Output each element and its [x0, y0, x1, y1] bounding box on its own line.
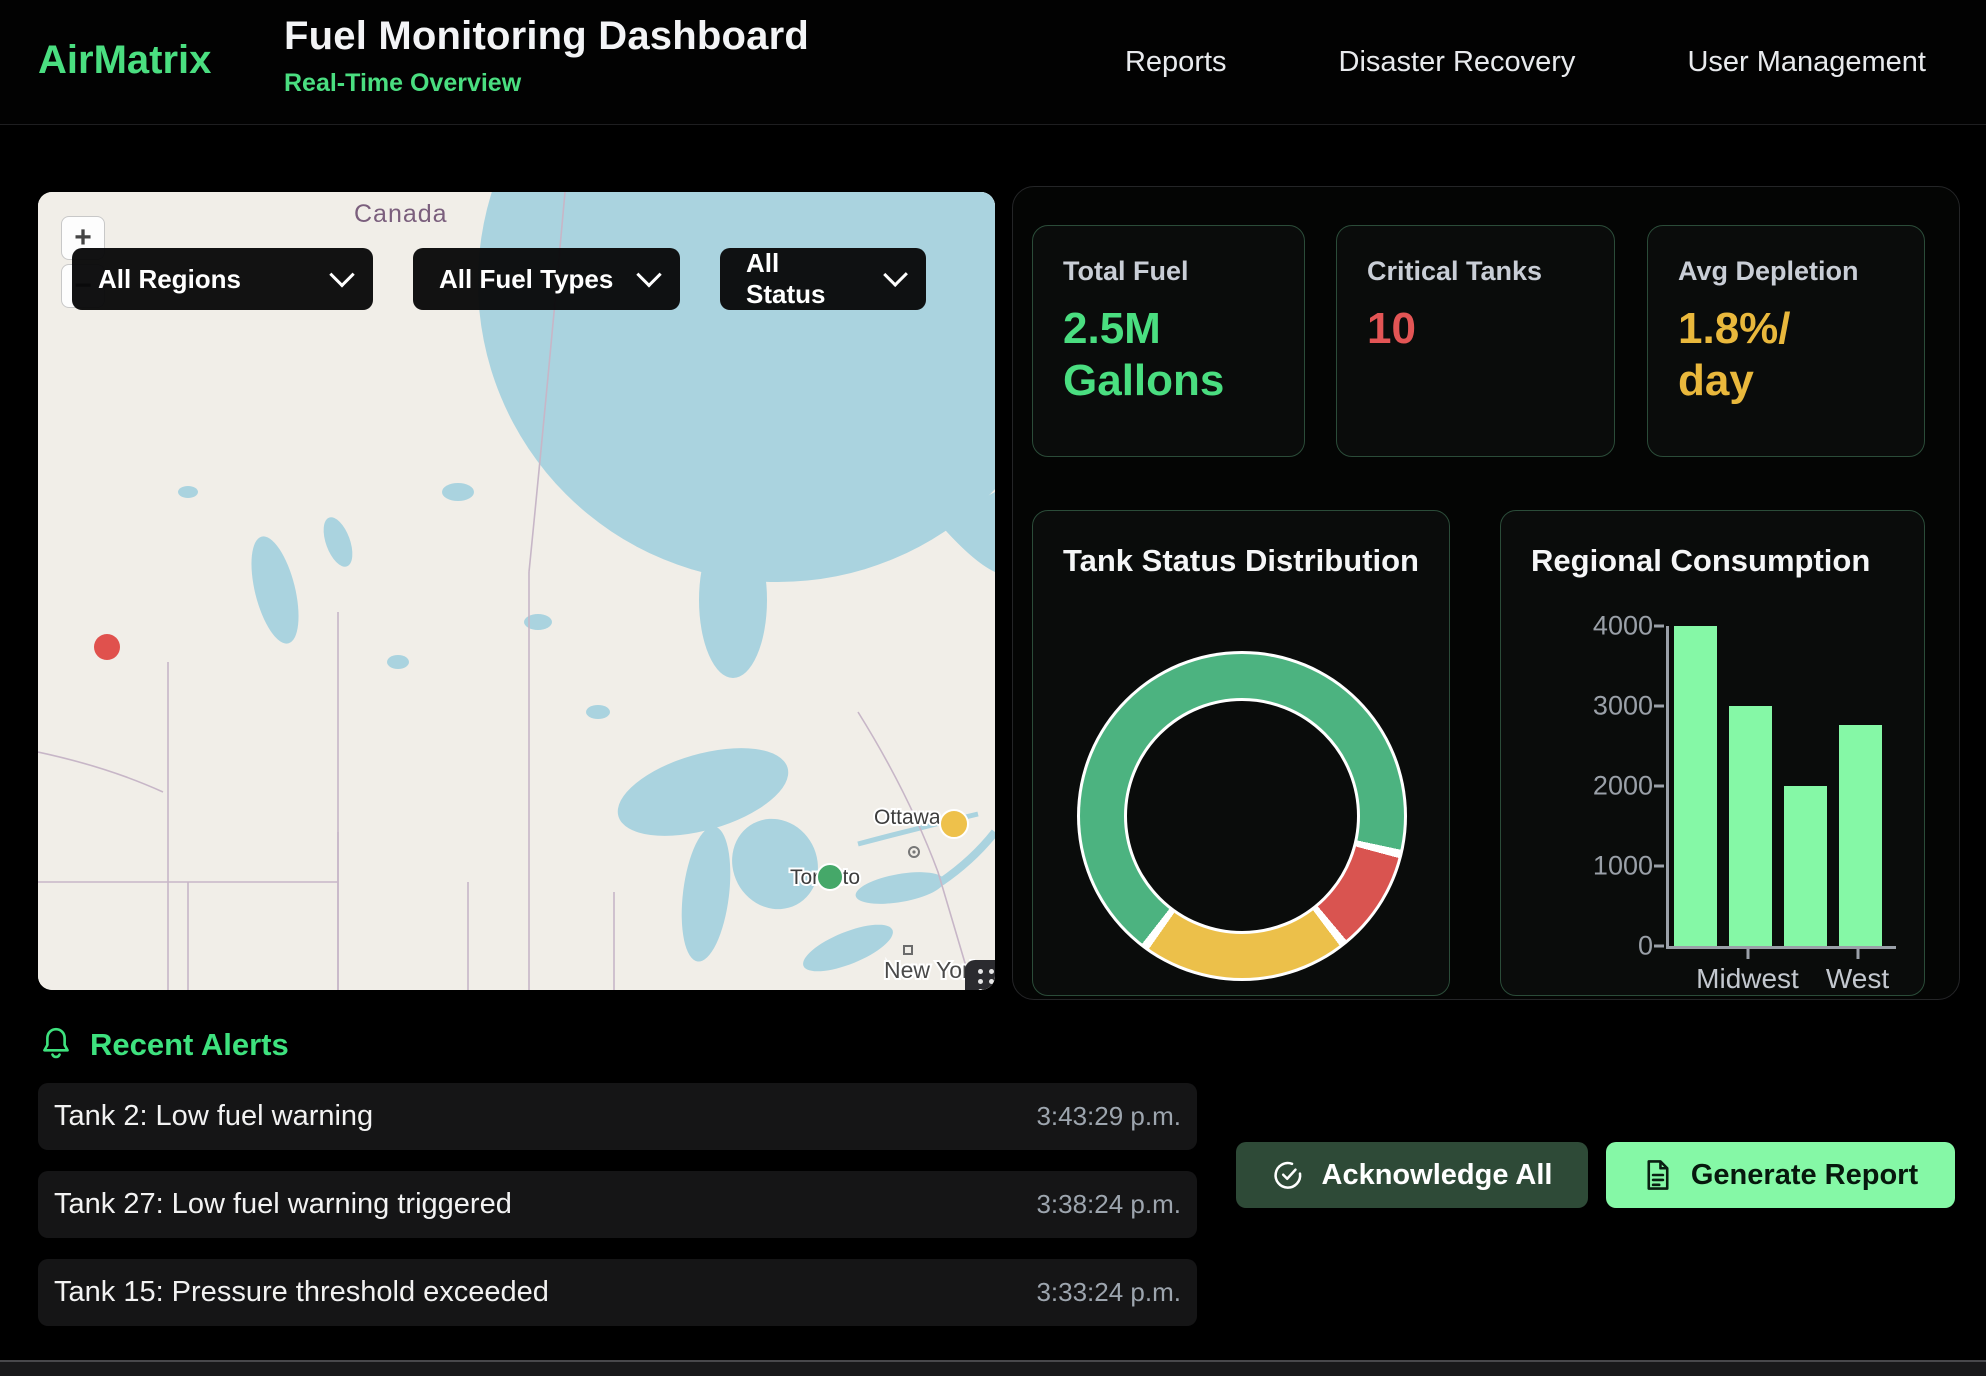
chevron-down-icon [883, 262, 908, 287]
acknowledge-all-button[interactable]: Acknowledge All [1236, 1142, 1588, 1208]
recent-alerts-heading: Recent Alerts [38, 1026, 289, 1064]
document-icon [1643, 1159, 1673, 1191]
fuel-type-filter-select[interactable]: All Fuel Types [413, 248, 680, 310]
bar-segment [1674, 626, 1717, 946]
bar-plot [1666, 626, 1896, 949]
alert-row[interactable]: Tank 27: Low fuel warning triggered 3:38… [38, 1171, 1197, 1238]
main-nav: Reports Disaster Recovery User Managemen… [1125, 0, 1926, 124]
stat-card-avg-depletion: Avg Depletion 1.8%/ day [1647, 225, 1925, 457]
chevron-down-icon [636, 262, 661, 287]
donut-chart [1077, 651, 1407, 981]
alert-text: Tank 27: Low fuel warning triggered [54, 1188, 512, 1221]
alert-row[interactable]: Tank 15: Pressure threshold exceeded 3:3… [38, 1259, 1197, 1326]
y-axis-label: 4000 [1593, 611, 1653, 642]
map-resize-handle[interactable] [965, 960, 995, 990]
stat-value: 1.8%/ day [1678, 303, 1894, 407]
bell-icon [38, 1026, 74, 1064]
alert-text: Tank 2: Low fuel warning [54, 1100, 373, 1133]
generate-report-button[interactable]: Generate Report [1606, 1142, 1955, 1208]
tank-status-chart-card: Tank Status Distribution [1032, 510, 1450, 996]
chart-title: Regional Consumption [1531, 543, 1870, 579]
bar-segment [1839, 725, 1882, 946]
bar-segment [1729, 706, 1772, 946]
region-filter-select[interactable]: All Regions [72, 248, 373, 310]
chevron-down-icon [329, 262, 354, 287]
stat-card-total-fuel: Total Fuel 2.5M Gallons [1032, 225, 1305, 457]
y-axis-label: 0 [1638, 931, 1653, 962]
generate-report-label: Generate Report [1691, 1159, 1918, 1192]
map-marker-normal[interactable] [817, 864, 843, 890]
y-axis-label: 3000 [1593, 691, 1653, 722]
check-circle-icon [1272, 1159, 1304, 1191]
regional-consumption-chart-card: Regional Consumption 0 1000 2000 3000 4000 M… [1500, 510, 1925, 996]
fuel-type-filter-value: All Fuel Types [439, 264, 613, 295]
nav-item-disaster-recovery[interactable]: Disaster Recovery [1339, 46, 1576, 79]
page-title-block: Fuel Monitoring Dashboard Real-Time Over… [284, 14, 809, 98]
stat-value: 2.5M Gallons [1063, 303, 1274, 407]
alert-time: 3:33:24 p.m. [1036, 1277, 1181, 1308]
donut-hole [1124, 698, 1360, 934]
page-title: Fuel Monitoring Dashboard [284, 14, 809, 59]
bar-xmarks [1666, 949, 1888, 959]
map-filter-bar: All Regions All Fuel Types All Status [72, 248, 926, 310]
nav-item-user-management[interactable]: User Management [1687, 46, 1926, 79]
bar-ymarks [1654, 626, 1664, 946]
dashboard-root: AirMatrix Fuel Monitoring Dashboard Real… [0, 0, 1986, 1376]
x-axis-label: Midwest [1696, 963, 1799, 995]
stat-value: 10 [1367, 303, 1584, 355]
alert-row[interactable]: Tank 2: Low fuel warning 3:43:29 p.m. [38, 1083, 1197, 1150]
map-marker-warning[interactable] [940, 810, 968, 838]
recent-alerts-title: Recent Alerts [90, 1027, 289, 1063]
map-panel[interactable]: Canada Ottawa Toronto New York + − All R… [38, 192, 995, 990]
status-filter-value: All Status [746, 248, 861, 310]
status-filter-select[interactable]: All Status [720, 248, 926, 310]
map-label-ottawa: Ottawa [874, 806, 941, 829]
nav-item-reports[interactable]: Reports [1125, 46, 1227, 79]
acknowledge-all-label: Acknowledge All [1322, 1159, 1553, 1192]
stat-label: Critical Tanks [1367, 256, 1584, 287]
y-axis-label: 2000 [1593, 771, 1653, 802]
x-axis-label: West [1826, 963, 1889, 995]
alert-text: Tank 15: Pressure threshold exceeded [54, 1276, 549, 1309]
brand-logo: AirMatrix [38, 38, 211, 83]
header: AirMatrix Fuel Monitoring Dashboard Real… [0, 0, 1986, 125]
stat-label: Total Fuel [1063, 256, 1274, 287]
map-label-canada: Canada [354, 200, 448, 228]
map-marker-critical[interactable] [94, 634, 120, 660]
alert-time: 3:43:29 p.m. [1036, 1101, 1181, 1132]
chart-title: Tank Status Distribution [1063, 543, 1419, 579]
map-canvas: Canada Ottawa Toronto New York [38, 192, 995, 990]
bar-ylabels: 01000200030004000 [1553, 626, 1653, 946]
page-subtitle: Real-Time Overview [284, 69, 809, 98]
bar-segment [1784, 786, 1827, 946]
stat-label: Avg Depletion [1678, 256, 1894, 287]
stat-card-critical-tanks: Critical Tanks 10 [1336, 225, 1615, 457]
region-filter-value: All Regions [98, 264, 241, 295]
footer-strip [0, 1360, 1986, 1376]
y-axis-label: 1000 [1593, 851, 1653, 882]
alert-time: 3:38:24 p.m. [1036, 1189, 1181, 1220]
